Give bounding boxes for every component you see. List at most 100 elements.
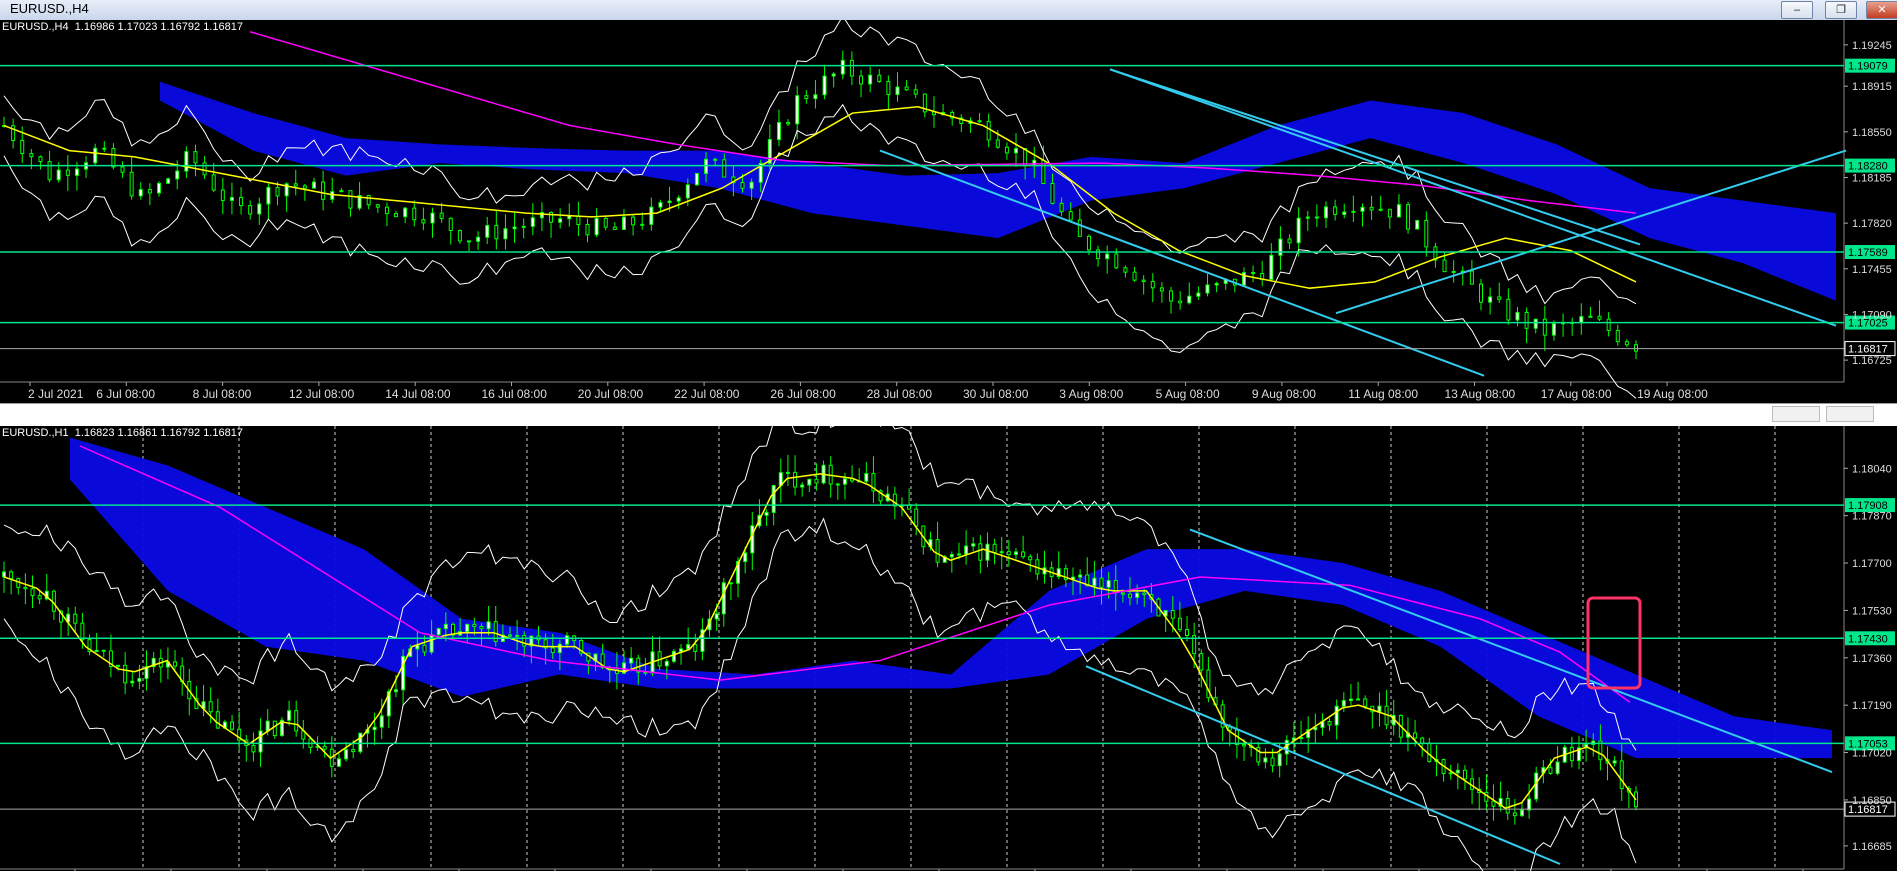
price-scale-label: 1.16850 (1852, 795, 1892, 807)
candle-body (1488, 296, 1493, 303)
candle-body (977, 120, 982, 123)
candle-body (1451, 270, 1456, 273)
candle-body (494, 224, 499, 240)
candle-body (649, 206, 654, 225)
candle-body (229, 196, 234, 201)
candle-body (1351, 210, 1356, 213)
candle-body (1014, 148, 1019, 154)
candle-body (1348, 698, 1353, 702)
candle-body (1092, 577, 1097, 587)
candle-body (978, 543, 983, 561)
candle-body (1569, 746, 1574, 762)
time-axis-label: 16 Jul 08:00 (482, 387, 548, 401)
candle-body (275, 186, 280, 197)
candle-body (175, 170, 180, 180)
candle-body (512, 226, 517, 230)
candle-body (807, 478, 812, 486)
time-axis-label: 20 Jul 08:00 (578, 387, 644, 401)
candle-body (130, 680, 135, 684)
time-axis-label: 9 Aug 08:00 (1252, 387, 1316, 401)
candle-body (116, 664, 121, 667)
time-axis-label: 8 Jul 08:00 (193, 387, 252, 401)
symbol-header-h4: EURUSD.,H4 1.16986 1.17023 1.16792 1.168… (2, 21, 243, 33)
chart-pane-h1[interactable]: 1.17908 1.17430 1.17053 1.16817 1.18040 1.178… (0, 426, 1897, 871)
candle-body (842, 478, 847, 485)
candle-body (439, 212, 444, 219)
level-price-tag-text: 1.19079 (1848, 61, 1888, 73)
candle-body (1159, 287, 1164, 292)
candle-body (293, 183, 298, 187)
candle-body (864, 473, 869, 482)
price-scale-label: 1.17360 (1852, 653, 1892, 665)
candle-body (1524, 311, 1529, 329)
time-axis-label: 3 Aug 08:00 (1059, 387, 1123, 401)
candle-body (1242, 744, 1247, 747)
candle-body (749, 181, 754, 189)
trading-terminal: EURUSD.,H4 – ❐ ✕ 1.19079 1.18280 1.17589 1.… (0, 0, 1897, 871)
candle-body (1527, 798, 1532, 811)
candle-body (1497, 296, 1502, 300)
candle-body (1406, 204, 1411, 230)
minimize-button[interactable]: – (1781, 1, 1813, 19)
candle-body (1519, 809, 1524, 817)
candle-body (740, 182, 745, 189)
pane-splitter[interactable] (0, 403, 1897, 428)
candle-body (38, 156, 43, 163)
restore-button[interactable]: ❐ (1825, 1, 1857, 19)
candle-body (640, 223, 645, 226)
candle-body (1132, 271, 1137, 281)
candle-body (421, 219, 426, 224)
time-axis-label: 19 Aug 08:00 (1637, 387, 1708, 401)
candle-body (795, 95, 800, 125)
candle-body (56, 169, 61, 181)
candle-body (1360, 206, 1365, 212)
candle-body (530, 217, 535, 227)
candle-body (302, 185, 307, 189)
candle-body (322, 745, 327, 750)
candle-body (1606, 318, 1611, 331)
candle-body (485, 224, 490, 238)
candle-body (358, 732, 363, 753)
time-axis-label: 6 Jul 08:00 (96, 387, 155, 401)
candle-body (147, 189, 152, 194)
candle-body (1096, 249, 1101, 260)
candle-body (686, 644, 691, 650)
price-scale-label: 1.17090 (1852, 309, 1892, 321)
candle-body (422, 644, 427, 653)
candle-body (503, 228, 508, 240)
price-scale-label: 1.18915 (1852, 81, 1892, 93)
candle-body (1542, 318, 1547, 336)
price-scale-label: 1.17820 (1852, 218, 1892, 230)
candle-body (1059, 202, 1064, 213)
chart-h1[interactable]: 1.179081.174301.170531.168171.180401.178… (0, 426, 1897, 871)
candle-body (2, 571, 6, 578)
candle-body (840, 59, 845, 75)
candle-body (1396, 204, 1401, 218)
candle-body (1277, 753, 1282, 767)
candle-body (47, 161, 52, 181)
candle-body (80, 622, 85, 641)
chart-pane-h4[interactable]: 1.19079 1.18280 1.17589 1.17025 1.16817 1.192… (0, 20, 1897, 403)
candle-body (23, 586, 28, 590)
candle-body (457, 229, 462, 242)
candle-body (1028, 556, 1033, 561)
candle-body (1491, 800, 1496, 807)
price-scale-label: 1.16685 (1852, 841, 1892, 853)
candle-body (1196, 292, 1201, 297)
time-axis-label: 13 Aug 08:00 (1445, 387, 1516, 401)
candle-body (949, 553, 954, 558)
candle-body (1455, 769, 1460, 774)
candle-body (372, 726, 377, 731)
time-axis-label: 11 Aug 08:00 (1348, 387, 1418, 401)
candle-body (1515, 311, 1520, 321)
candle-body (658, 202, 663, 208)
candle-body (1424, 219, 1429, 248)
candle-body (330, 191, 335, 200)
close-button[interactable]: ✕ (1866, 1, 1897, 19)
candle-body (576, 215, 581, 225)
candle-body (714, 613, 719, 620)
candle-body (1634, 344, 1638, 352)
chart-h4[interactable]: 1.190791.182801.175891.170251.168171.192… (0, 20, 1897, 403)
candle-body (585, 223, 590, 236)
candle-body (1469, 270, 1474, 285)
